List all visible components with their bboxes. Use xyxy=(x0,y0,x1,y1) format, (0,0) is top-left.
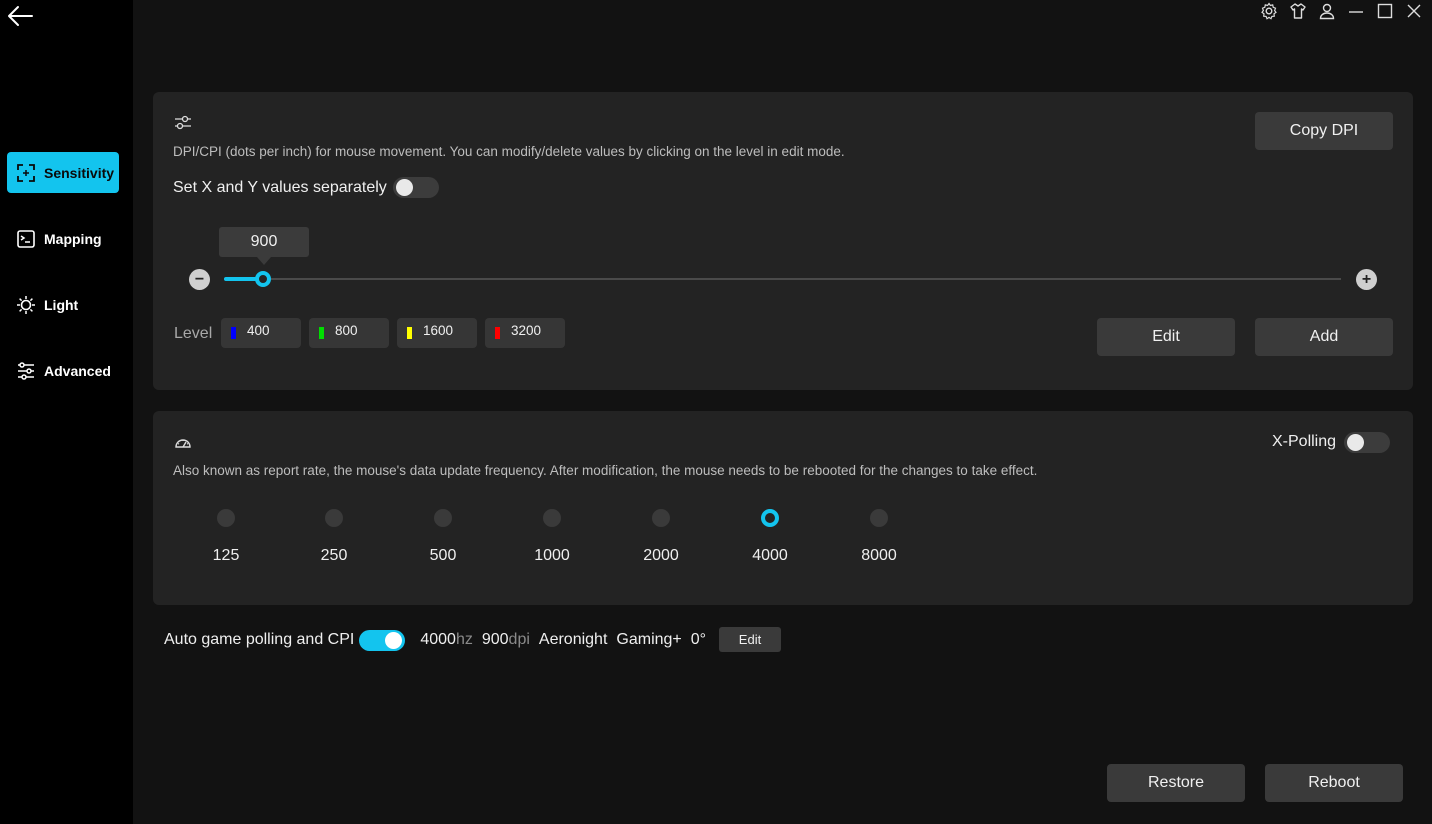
dpi-panel: DPI/CPI (dots per inch) for mouse moveme… xyxy=(153,92,1413,390)
rate-option-1000[interactable]: 1000 xyxy=(522,507,582,565)
level-color-swatch xyxy=(231,327,236,339)
sidebar-item-light[interactable]: Light xyxy=(7,284,119,325)
rate-radio[interactable] xyxy=(217,509,235,527)
window-controls xyxy=(1259,0,1424,22)
rate-radio[interactable] xyxy=(870,509,888,527)
level-label: Level xyxy=(174,325,213,342)
sidebar: Sensitivity Mapping Light Advanced xyxy=(0,0,133,824)
add-level-button[interactable]: Add xyxy=(1255,318,1393,356)
sidebar-item-label: Mapping xyxy=(44,230,102,247)
xpolling-toggle[interactable] xyxy=(1344,432,1390,453)
rate-value: 4000 xyxy=(752,547,788,564)
level-color-swatch xyxy=(319,327,324,339)
rate-option-125[interactable]: 125 xyxy=(196,507,256,565)
sidebar-item-sensitivity[interactable]: Sensitivity xyxy=(7,152,119,193)
rate-radio[interactable] xyxy=(652,509,670,527)
back-arrow-icon[interactable] xyxy=(6,4,34,28)
auto-game-name: Aeronight xyxy=(538,631,608,648)
rate-value: 1000 xyxy=(534,547,570,564)
dpi-level-4[interactable]: 3200 xyxy=(485,318,565,348)
close-icon[interactable] xyxy=(1404,1,1424,21)
auto-game-toggle[interactable] xyxy=(359,629,406,651)
rate-option-4000[interactable]: 4000 xyxy=(740,507,800,565)
mapping-icon xyxy=(16,229,36,249)
auto-edit-button[interactable]: Edit xyxy=(719,627,781,652)
sidebar-item-label: Advanced xyxy=(44,362,111,379)
sliders-icon xyxy=(173,113,193,133)
level-value: 1600 xyxy=(423,323,454,338)
auto-angle: 0° xyxy=(690,631,707,648)
increase-dpi-button[interactable]: + xyxy=(1356,269,1377,290)
polling-panel: Also known as report rate, the mouse's d… xyxy=(153,411,1413,605)
level-value: 400 xyxy=(247,323,270,338)
rate-radio[interactable] xyxy=(325,509,343,527)
polling-description: Also known as report rate, the mouse's d… xyxy=(173,463,1038,478)
auto-game-row: Auto game polling and CPI 4000 hz 900 dpi … xyxy=(164,628,706,652)
copy-dpi-button[interactable]: Copy DPI xyxy=(1255,112,1393,150)
dpi-level-3[interactable]: 1600 xyxy=(397,318,477,348)
reboot-button[interactable]: Reboot xyxy=(1265,764,1403,802)
rate-value: 8000 xyxy=(861,547,897,564)
rate-radio[interactable] xyxy=(543,509,561,527)
sidebar-item-label: Light xyxy=(44,296,79,313)
rate-radio[interactable] xyxy=(434,509,452,527)
sensitivity-icon xyxy=(16,163,36,183)
dpi-level-2[interactable]: 800 xyxy=(309,318,389,348)
level-value: 800 xyxy=(335,323,358,338)
rate-value: 500 xyxy=(429,547,457,564)
level-value: 3200 xyxy=(511,323,542,338)
sidebar-item-label: Sensitivity xyxy=(44,164,115,181)
dpi-slider-track[interactable] xyxy=(224,278,1341,280)
dpi-slider-thumb[interactable] xyxy=(255,271,272,287)
rate-option-250[interactable]: 250 xyxy=(304,507,364,565)
xpolling-label: X-Polling xyxy=(1272,433,1337,450)
auto-mode: Gaming+ xyxy=(616,631,682,648)
rate-value: 250 xyxy=(320,547,348,564)
auto-game-label: Auto game polling and CPI xyxy=(164,631,355,648)
rate-value: 2000 xyxy=(643,547,679,564)
dpi-description: DPI/CPI (dots per inch) for mouse moveme… xyxy=(173,144,845,159)
rate-radio-selected[interactable] xyxy=(761,509,779,527)
auto-dpi-unit: dpi xyxy=(508,631,530,648)
sidebar-item-mapping[interactable]: Mapping xyxy=(7,218,119,259)
edit-levels-button[interactable]: Edit xyxy=(1097,318,1235,356)
rate-option-2000[interactable]: 2000 xyxy=(631,507,691,565)
level-color-swatch xyxy=(495,327,500,339)
dpi-value-tooltip: 900 xyxy=(219,227,309,265)
decrease-dpi-button[interactable]: − xyxy=(189,269,210,290)
light-icon xyxy=(16,295,36,315)
level-color-swatch xyxy=(407,327,412,339)
settings-icon[interactable] xyxy=(1259,1,1279,21)
sidebar-nav: Sensitivity Mapping Light Advanced xyxy=(7,152,119,416)
speedometer-icon xyxy=(173,433,193,453)
advanced-icon xyxy=(16,361,36,381)
rate-option-8000[interactable]: 8000 xyxy=(849,507,909,565)
auto-hz-unit: hz xyxy=(455,631,473,648)
maximize-icon[interactable] xyxy=(1375,1,1395,21)
restore-button[interactable]: Restore xyxy=(1107,764,1245,802)
rate-option-500[interactable]: 500 xyxy=(413,507,473,565)
rate-value: 125 xyxy=(212,547,240,564)
xy-separate-label: Set X and Y values separately xyxy=(173,179,387,196)
user-icon[interactable] xyxy=(1317,1,1337,21)
sidebar-item-advanced[interactable]: Advanced xyxy=(7,350,119,391)
xy-separate-toggle[interactable] xyxy=(393,177,439,198)
minimize-icon[interactable] xyxy=(1346,1,1366,21)
dpi-level-1[interactable]: 400 xyxy=(221,318,301,348)
auto-dpi-value: 900 xyxy=(481,631,509,648)
shirt-icon[interactable] xyxy=(1288,1,1308,21)
auto-hz-value: 4000 xyxy=(420,631,456,648)
